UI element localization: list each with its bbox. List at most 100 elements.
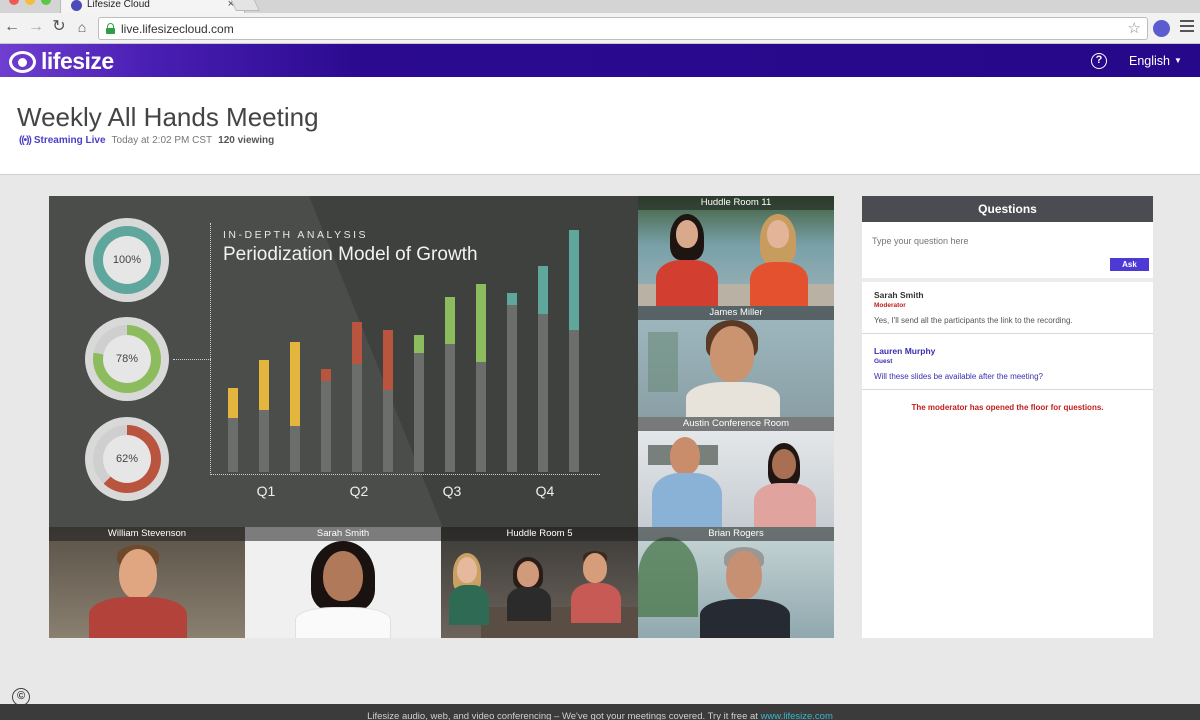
browser-toolbar: ← → ↻ ⌂ live.lifesizecloud.com ☆ [0,13,1200,44]
bar-segment [414,335,424,354]
ring-value: 78% [103,335,151,383]
question-item: Lauren Murphy Guest Will these slides be… [874,346,1144,381]
question-author: Sarah Smith [874,290,924,300]
video-tile[interactable]: Huddle Room 11 [638,196,834,306]
divider [862,389,1153,390]
q1-label: Q1 [256,483,276,499]
bar-segment [538,265,548,314]
slide-kicker: IN-DEPTH ANALYSIS [223,229,368,241]
participant-name: James Miller [638,306,834,320]
ring-chart: 100% [85,218,169,302]
event-time: Today at 2:02 PM CST [111,135,213,146]
slide-title: Periodization Model of Growth [223,244,478,265]
event-meta: ((•)) Streaming Live Today at 2:02 PM CS… [19,135,274,146]
browser-tab[interactable]: Lifesize Cloud × [60,0,245,13]
bar-segment [259,360,269,410]
question-text: Yes, I'll send all the participants the … [874,316,1073,325]
ask-button[interactable]: Ask [1110,258,1149,271]
q4-label: Q4 [535,483,555,499]
footer-text: Lifesize audio, web, and video conferenc… [367,711,758,720]
participant-name: Austin Conference Room [638,417,834,431]
bar-base [414,353,424,472]
question-role: Guest [874,358,893,365]
questions-panel: Questions Ask Sarah Smith Moderator Yes,… [862,196,1153,638]
ring-chart: 62% [85,417,169,501]
participant-name: William Stevenson [49,527,245,541]
caret-down-icon: ▼ [1174,56,1182,65]
bookmark-star-icon[interactable]: ☆ [1128,19,1141,37]
video-stage[interactable]: 100% 78% 62% IN-DEPTH ANALYSIS Periodiza… [49,196,834,638]
ring-fill: 78% [93,325,161,393]
lifesize-favicon-icon [71,0,82,11]
address-bar[interactable]: live.lifesizecloud.com ☆ [98,17,1148,40]
bar-base [228,418,238,472]
q2-label: Q2 [349,483,369,499]
live-status: ((•)) Streaming Live [19,135,106,146]
close-window-button[interactable] [9,0,19,5]
bar-segment [321,368,331,381]
bar-segment [383,330,393,391]
video-tile[interactable]: Sarah Smith [245,527,441,638]
participant-name: Huddle Room 11 [638,196,834,210]
bar-base [352,364,362,472]
bar-segment [507,293,517,306]
bar-segment [228,388,238,418]
divider [862,278,1153,282]
bar-base [445,343,455,472]
lifesize-logo[interactable]: lifesize [8,48,114,75]
bar-segment [569,229,579,331]
bar-base [569,330,579,472]
video-tile[interactable]: James Miller [638,306,834,417]
video-tile[interactable]: Austin Conference Room [638,417,834,527]
question-role: Moderator [874,302,906,309]
browser-tab-title: Lifesize Cloud [87,0,150,10]
forward-icon[interactable]: → [28,19,44,35]
question-text: Will these slides be available after the… [874,372,1043,381]
video-tile[interactable]: William Stevenson [49,527,245,638]
bar-base [383,390,393,472]
participant-name: Sarah Smith [245,527,441,541]
lock-icon [106,23,115,34]
footer-link[interactable]: www.lifesize.com [761,711,833,720]
ring-value: 100% [103,236,151,284]
moderator-notice: The moderator has opened the floor for q… [911,403,1104,412]
presentation-slide: 100% 78% 62% IN-DEPTH ANALYSIS Periodiza… [49,196,638,527]
app-header: lifesize ? English ▼ [0,44,1200,77]
ring-value: 62% [103,435,151,483]
q3-label: Q3 [442,483,462,499]
minimize-window-button[interactable] [25,0,35,5]
ring-fill: 62% [93,425,161,493]
home-icon[interactable]: ⌂ [74,19,90,35]
video-tile[interactable]: Huddle Room 5 [441,527,638,638]
viewer-count: 120 viewing [218,135,275,146]
ring-fill: 100% [93,226,161,294]
bar-segment [476,283,486,362]
question-author: Lauren Murphy [874,346,936,356]
bar-base [507,305,517,472]
questions-header: Questions [862,196,1153,222]
bar-base [290,426,300,472]
page-title: Weekly All Hands Meeting [17,102,319,132]
live-status-label: Streaming Live [33,135,106,146]
bar-base [259,409,269,472]
reload-icon[interactable]: ↻ [51,19,67,35]
event-header: Weekly All Hands Meeting ((•)) Streaming… [0,77,1200,175]
divider [862,333,1153,334]
bar-segment [290,342,300,427]
video-tile[interactable]: Brian Rogers [638,527,834,638]
zoom-window-button[interactable] [41,0,51,5]
browser-tabstrip: Lifesize Cloud × [0,0,1200,13]
broadcast-icon: ((•)) [19,135,32,146]
extension-icon[interactable] [1153,20,1170,37]
back-icon[interactable]: ← [4,19,20,35]
participant-name: Huddle Room 5 [441,527,638,541]
language-selector[interactable]: English ▼ [1129,54,1182,68]
bar-base [538,313,548,472]
browser-menu-icon[interactable] [1180,20,1194,35]
bar-base [321,380,331,472]
bar-segment [445,296,455,344]
question-input[interactable] [872,236,1142,246]
help-icon[interactable]: ? [1091,53,1107,69]
footer-bar: Lifesize audio, web, and video conferenc… [0,704,1200,720]
question-item: Sarah Smith Moderator Yes, I'll send all… [874,290,1144,325]
